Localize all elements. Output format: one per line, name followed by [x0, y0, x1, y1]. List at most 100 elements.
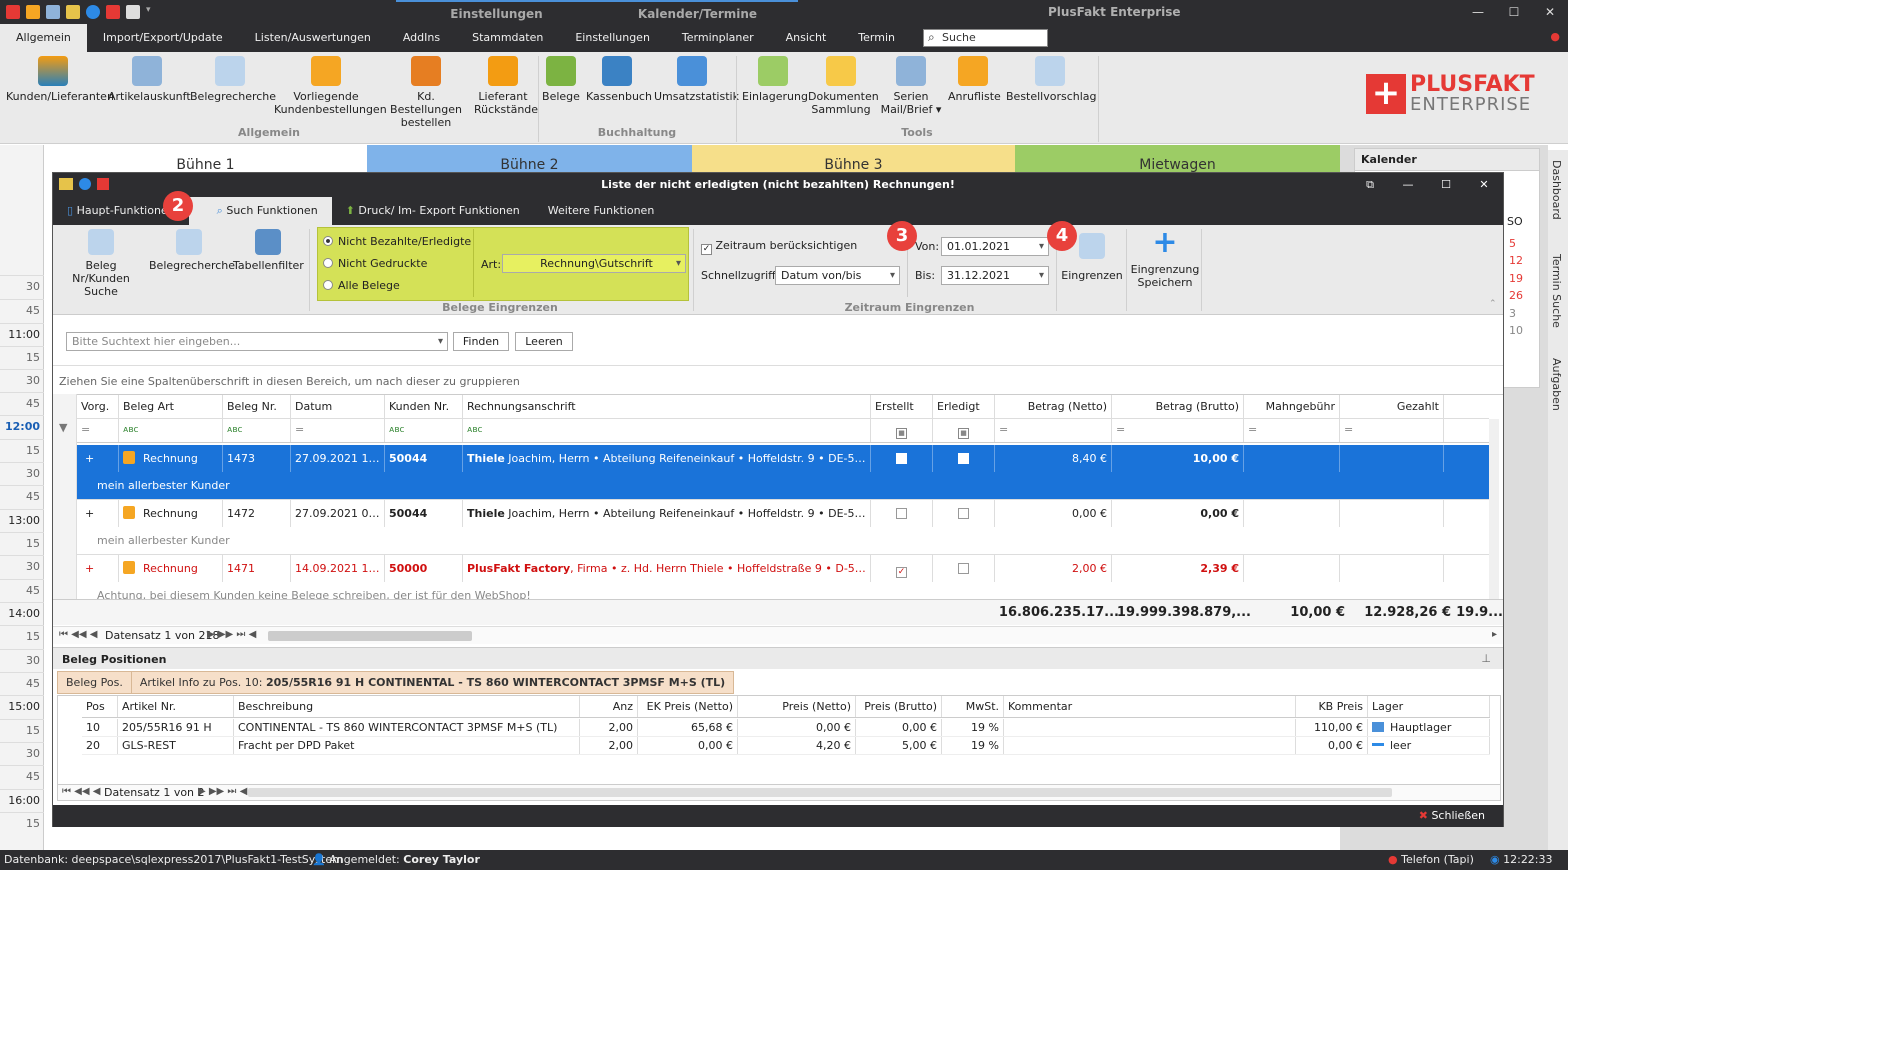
- pos-column-header[interactable]: EK Preis (Netto): [638, 696, 738, 717]
- restore-icon[interactable]: ⧉: [1351, 173, 1389, 197]
- filter-cell[interactable]: ■: [933, 419, 995, 442]
- art-select[interactable]: Rechnung\Gutschrift: [502, 254, 686, 273]
- filter-cell[interactable]: ᴀʙc: [385, 419, 463, 442]
- pos-row[interactable]: 10 205/55R16 91 H CONTINENTAL - TS 860 WIN…: [82, 719, 1490, 737]
- checkbox-checked-icon[interactable]: ✓: [896, 567, 907, 578]
- filter-cell[interactable]: =: [77, 419, 119, 442]
- sidetab-termin-suche[interactable]: Termin Suche: [1550, 254, 1563, 328]
- column-header[interactable]: Erstellt: [871, 395, 933, 418]
- calendar-icon[interactable]: [126, 5, 140, 19]
- checkbox-icon[interactable]: [958, 453, 969, 464]
- context-tab-einstellungen[interactable]: Einstellungen: [396, 0, 597, 24]
- kd-bestellungen-button[interactable]: Kd. Bestellungen bestellen: [382, 56, 470, 129]
- bis-date-input[interactable]: 31.12.2021: [941, 266, 1049, 285]
- horizontal-scrollbar[interactable]: [268, 631, 472, 641]
- customize-chevron-icon[interactable]: ▾: [146, 5, 151, 19]
- kalender-date[interactable]: 19: [1509, 270, 1523, 287]
- filter-cell[interactable]: ᴀʙc: [463, 419, 871, 442]
- radio-nicht-gedruckte[interactable]: Nicht Gedruckte: [323, 257, 427, 270]
- tab-beleg-pos[interactable]: Beleg Pos.: [57, 671, 132, 694]
- vorliegende-kundenbestellungen-button[interactable]: Vorliegende Kundenbestellungen: [274, 56, 387, 116]
- dokumenten-sammlung-button[interactable]: Dokumenten Sammlung: [808, 56, 879, 116]
- tab-weitere-funktionen[interactable]: Weitere Funktionen: [534, 197, 669, 225]
- tab-artikel-info[interactable]: Artikel Info zu Pos. 10: 205/55R16 91 H …: [131, 671, 735, 694]
- column-header[interactable]: Datum: [291, 395, 385, 418]
- filter-row-icon[interactable]: ▼: [59, 421, 67, 434]
- telefon-status[interactable]: ● Telefon (Tapi): [1388, 850, 1474, 870]
- radio-alle-belege[interactable]: Alle Belege: [323, 279, 400, 292]
- maximize-icon[interactable]: ☐: [1427, 173, 1465, 197]
- column-header[interactable]: Betrag (Netto): [995, 395, 1112, 418]
- tab-import-export[interactable]: Import/Export/Update: [87, 24, 239, 52]
- column-header[interactable]: Beleg Nr.: [223, 395, 291, 418]
- filter-cell[interactable]: =: [291, 419, 385, 442]
- sidetab-dashboard[interactable]: Dashboard: [1550, 160, 1563, 220]
- bay-1[interactable]: Bühne 1: [44, 145, 367, 172]
- beleg-nr-kunden-suche-button[interactable]: Beleg Nr/Kunden Suche: [57, 229, 145, 298]
- pos-column-header[interactable]: Preis (Brutto): [856, 696, 942, 717]
- belegrecherche-button[interactable]: Belegrecherche: [149, 229, 235, 272]
- bay-2[interactable]: Bühne 2: [367, 145, 692, 172]
- nav-first-icon[interactable]: ⏮ ◀◀ ◀: [59, 629, 97, 640]
- belege-button[interactable]: Belege: [542, 56, 580, 103]
- pin-icon[interactable]: ⊥: [1481, 652, 1491, 665]
- tab-ansicht[interactable]: Ansicht: [770, 24, 843, 52]
- checkbox-icon[interactable]: [958, 563, 969, 574]
- folder-icon[interactable]: [59, 178, 73, 190]
- context-tab-kalender[interactable]: Kalender/Termine: [597, 0, 798, 24]
- kunden-lieferanten-button[interactable]: Kunden/Lieferanten: [6, 56, 114, 103]
- mail-icon[interactable]: [66, 5, 80, 19]
- minimize-icon[interactable]: —: [1460, 0, 1496, 24]
- table-row[interactable]: + Rechnung 1473 27.09.2021 11:02 50044 Thiele…: [77, 445, 1489, 500]
- tab-einstellungen[interactable]: Einstellungen: [559, 24, 666, 52]
- belegrecherche-button[interactable]: Belegrecherche: [190, 56, 276, 103]
- suchtext-input[interactable]: Bitte Suchtext hier eingeben...: [66, 332, 448, 351]
- maximize-icon[interactable]: ☐: [1496, 0, 1532, 24]
- help-icon[interactable]: [79, 178, 91, 190]
- app-icon[interactable]: [6, 5, 20, 19]
- checkbox-icon[interactable]: [896, 453, 907, 464]
- filter-cell[interactable]: =: [995, 419, 1112, 442]
- tab-termin[interactable]: Termin: [842, 24, 911, 52]
- bay-mietwagen[interactable]: Mietwagen: [1015, 145, 1340, 172]
- kalender-date[interactable]: 5: [1509, 235, 1523, 252]
- schnellzugriff-select[interactable]: Datum von/bis: [775, 266, 900, 285]
- umsatzstatistik-button[interactable]: Umsatzstatistik: [654, 56, 739, 103]
- plus-icon[interactable]: [97, 178, 109, 190]
- plus-icon[interactable]: [106, 5, 120, 19]
- pos-column-header[interactable]: Artikel Nr.: [118, 696, 234, 717]
- pos-column-header[interactable]: MwSt.: [942, 696, 1004, 717]
- close-icon[interactable]: ✕: [1532, 0, 1568, 24]
- pos-column-header[interactable]: Preis (Netto): [738, 696, 856, 717]
- filter-cell[interactable]: =: [1340, 419, 1444, 442]
- filter-cell[interactable]: =: [1112, 419, 1244, 442]
- column-header[interactable]: Kunden Nr.: [385, 395, 463, 418]
- tab-allgemein[interactable]: Allgemein: [0, 24, 87, 52]
- von-date-input[interactable]: 01.01.2021: [941, 237, 1049, 256]
- vertical-scrollbar[interactable]: [1489, 419, 1499, 599]
- pos-nav-next-icon[interactable]: ▶ ▶▶ ⏭ ◀: [198, 786, 247, 797]
- column-header[interactable]: Mahngebühr: [1244, 395, 1340, 418]
- tab-listen[interactable]: Listen/Auswertungen: [239, 24, 387, 52]
- artikelauskunft-button[interactable]: Artikelauskunft: [108, 56, 191, 103]
- bestellvorschlag-button[interactable]: Bestellvorschlag: [1006, 56, 1097, 103]
- expand-row-icon[interactable]: +: [77, 445, 119, 472]
- kalender-date[interactable]: 10: [1509, 322, 1523, 339]
- kalender-date[interactable]: 12: [1509, 252, 1523, 269]
- checkbox-icon[interactable]: [958, 508, 969, 519]
- sidetab-aufgaben[interactable]: Aufgaben: [1550, 358, 1563, 411]
- tab-such-funktionen[interactable]: ⌕ Such Funktionen: [188, 197, 332, 225]
- column-header[interactable]: Erledigt: [933, 395, 995, 418]
- expand-row-icon[interactable]: +: [77, 500, 119, 527]
- serien-mail-button[interactable]: Serien Mail/Brief ▾: [878, 56, 944, 116]
- kassenbuch-button[interactable]: Kassenbuch: [586, 56, 652, 103]
- table-row[interactable]: + Rechnung 1472 27.09.2021 09:51 50044 Thiele…: [77, 500, 1489, 555]
- tab-addins[interactable]: AddIns: [387, 24, 456, 52]
- pos-nav-first-icon[interactable]: ⏮ ◀◀ ◀: [62, 786, 100, 797]
- checkbox-icon[interactable]: [896, 508, 907, 519]
- filter-cell[interactable]: =: [1244, 419, 1340, 442]
- pos-column-header[interactable]: Anz: [580, 696, 638, 717]
- pos-column-header[interactable]: KB Preis: [1296, 696, 1368, 717]
- collapse-ribbon-icon[interactable]: ⌃: [1489, 299, 1497, 309]
- column-header[interactable]: Vorg.: [77, 395, 119, 418]
